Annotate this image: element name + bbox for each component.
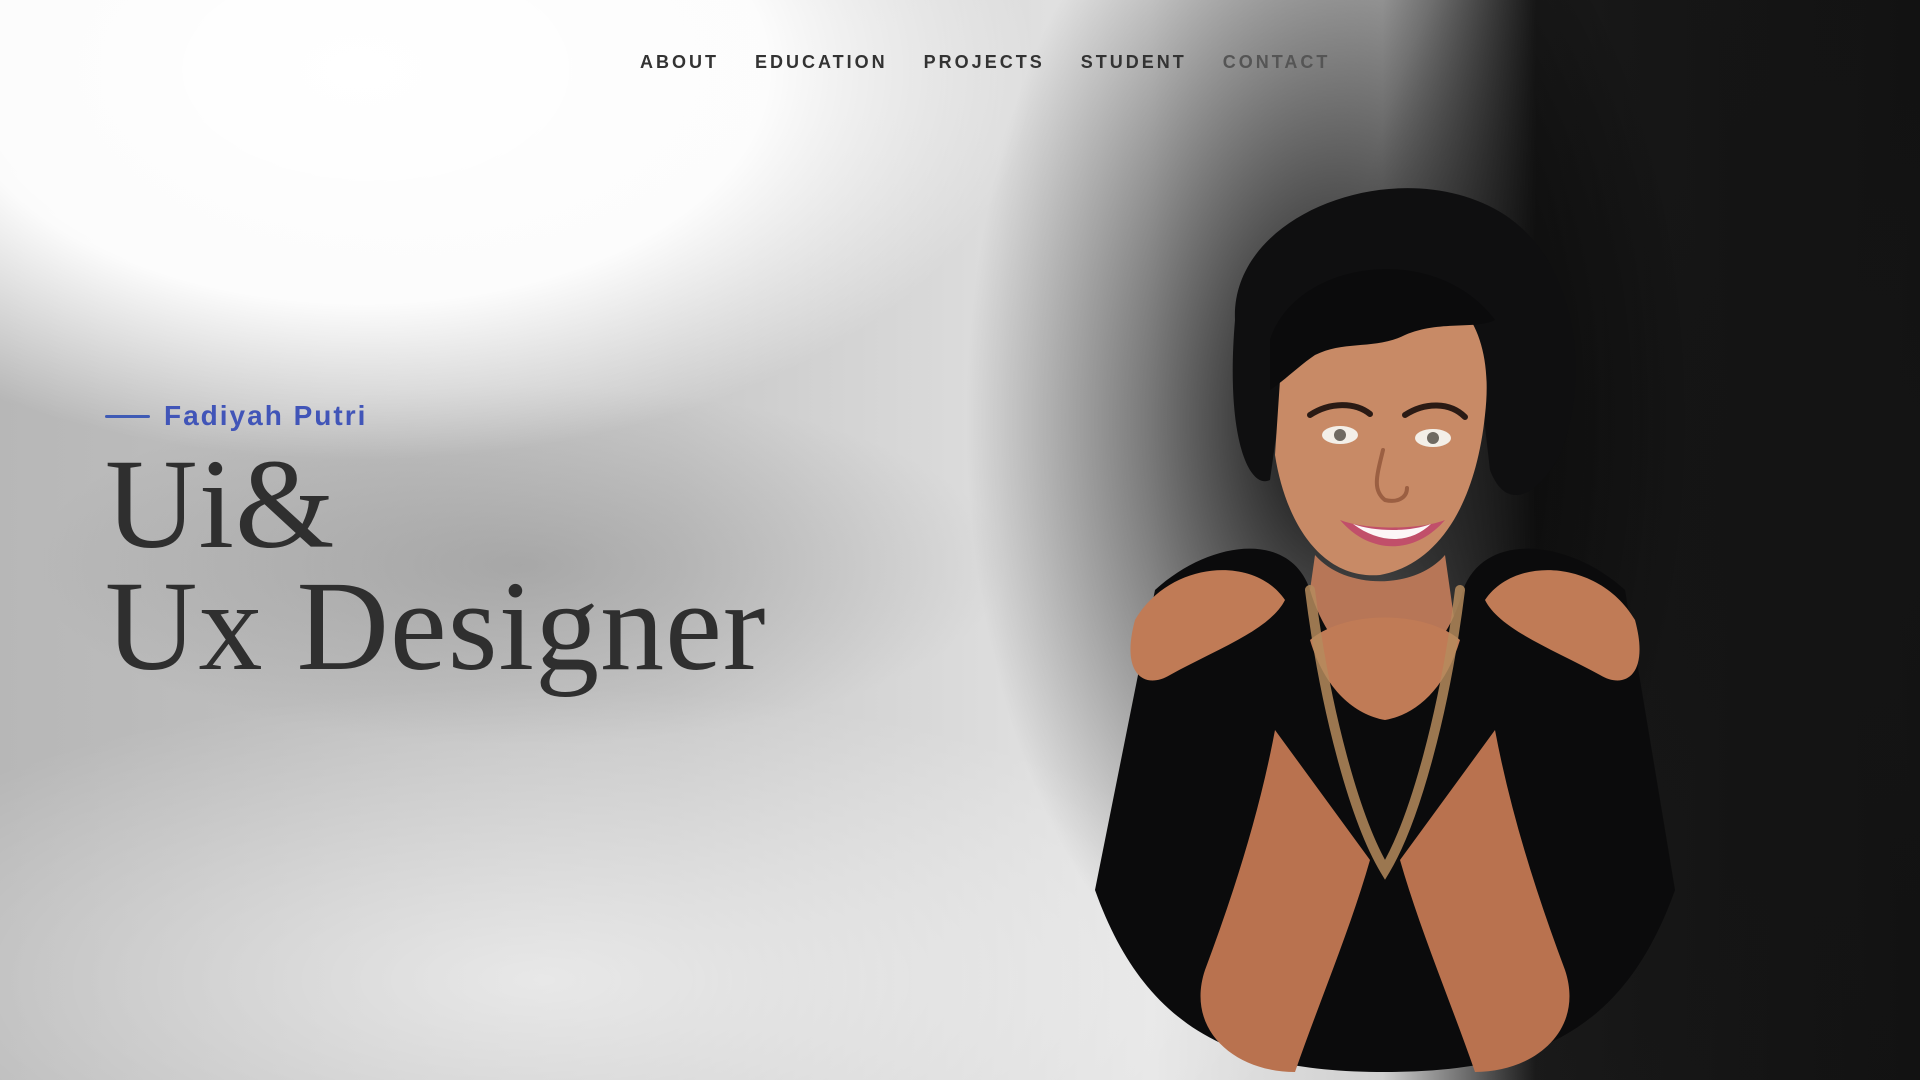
hero-section: Fadiyah Putri Ui& Ux Designer: [105, 400, 1005, 697]
nav-item-student[interactable]: STUDENT: [1081, 52, 1187, 73]
right-iris-shape: [1427, 432, 1439, 444]
portrait-image: [1065, 170, 1705, 1072]
portrait-illustration: [1095, 188, 1675, 1072]
name-row: Fadiyah Putri: [105, 400, 1005, 432]
nav-item-about[interactable]: ABOUT: [640, 52, 719, 73]
designer-name: Fadiyah Putri: [164, 400, 368, 431]
title-line-2: Ux Designer: [105, 554, 767, 697]
left-iris-shape: [1334, 429, 1346, 441]
accent-line: [105, 414, 150, 418]
top-navigation: ABOUT EDUCATION PROJECTS STUDENT CONTACT: [640, 52, 1330, 73]
title-line-1: Ui&: [105, 433, 336, 575]
nav-item-education[interactable]: EDUCATION: [755, 52, 888, 73]
hero-page: ABOUT EDUCATION PROJECTS STUDENT CONTACT…: [0, 0, 1920, 1080]
page-title: Ui& Ux Designer: [105, 433, 1005, 697]
nav-item-contact[interactable]: CONTACT: [1223, 52, 1331, 73]
nav-item-projects[interactable]: PROJECTS: [924, 52, 1045, 73]
